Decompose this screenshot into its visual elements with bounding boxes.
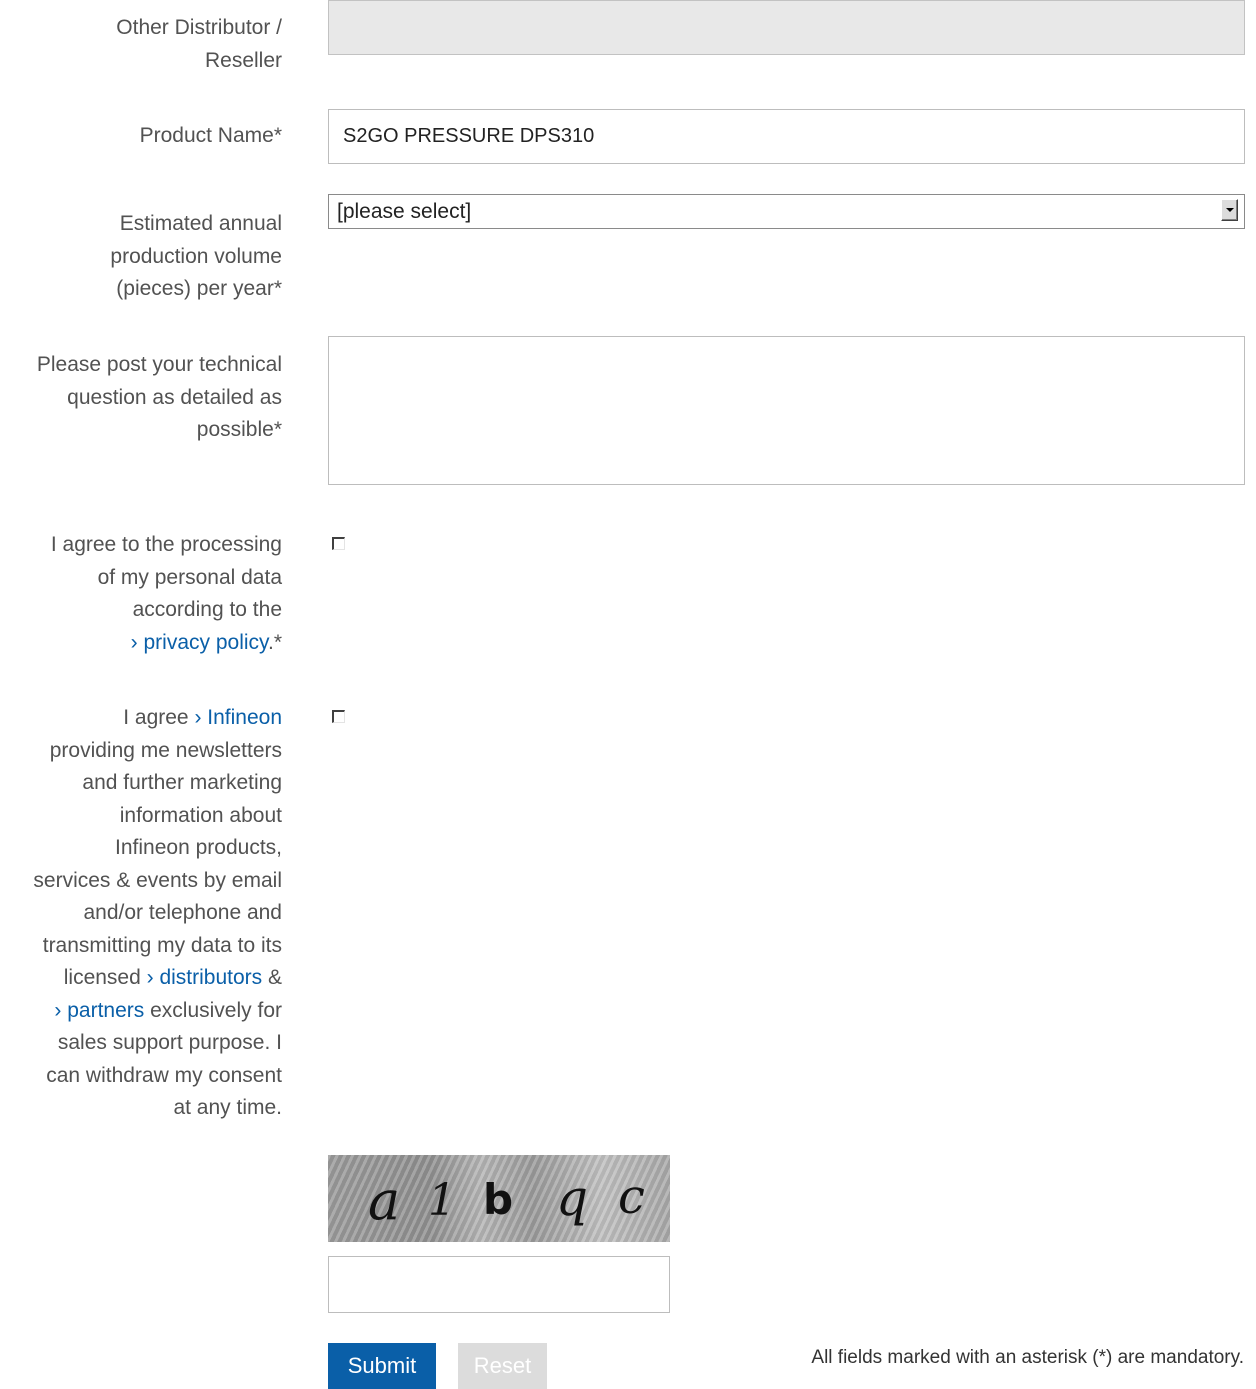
marketing-consent-prefix: I agree — [123, 706, 195, 729]
marketing-consent-line4: information about — [119, 803, 282, 827]
submit-button[interactable]: Submit — [328, 1343, 436, 1389]
captcha-input[interactable] — [328, 1256, 670, 1313]
marketing-consent-line11: sales support purpose. I — [57, 1031, 282, 1054]
privacy-policy-link[interactable]: › privacy policy — [131, 631, 268, 654]
privacy-consent-line2: of my personal data — [97, 565, 282, 589]
privacy-consent-label: I agree to the processing of my personal… — [51, 529, 282, 659]
captcha-char: q — [556, 1169, 589, 1227]
marketing-consent-line13: at any time. — [173, 1096, 282, 1119]
technical-question-textarea[interactable] — [328, 336, 1245, 485]
technical-question-label: Please post your technical question as d… — [37, 349, 282, 447]
marketing-consent-line9-prefix: licensed — [63, 966, 147, 989]
marketing-consent-checkbox[interactable] — [332, 710, 345, 723]
production-volume-select[interactable]: [please select] — [328, 194, 1245, 229]
other-distributor-input[interactable] — [328, 0, 1245, 55]
captcha-char: b — [483, 1175, 514, 1224]
privacy-consent-line1: I agree to the processing — [50, 533, 282, 556]
marketing-consent-line5: Infineon products, — [115, 836, 282, 859]
production-volume-label-line1: Estimated annual — [119, 212, 282, 235]
technical-question-label-line2: question as detailed as — [67, 385, 282, 409]
production-volume-label: Estimated annual production volume (piec… — [110, 208, 282, 306]
marketing-consent-line7: and/or telephone and — [83, 901, 282, 924]
product-name-input[interactable]: S2GO PRESSURE DPS310 — [328, 109, 1245, 164]
marketing-consent-line1: I agree › Infineon — [33, 702, 282, 735]
privacy-consent-line4: › privacy policy.* — [51, 627, 282, 660]
captcha-char: 1 — [428, 1175, 456, 1226]
production-volume-label-line3: (pieces) per year* — [116, 277, 282, 300]
marketing-consent-line8: transmitting my data to its — [42, 933, 282, 957]
technical-question-label-line1: Please post your technical — [36, 353, 282, 376]
marketing-consent-line6: services & events by email — [33, 868, 282, 892]
marketing-consent-line9: licensed › distributors & — [33, 962, 282, 995]
production-volume-label-line2: production volume — [110, 244, 282, 268]
technical-question-label-line3: possible* — [196, 418, 282, 441]
distributors-link[interactable]: › distributors — [147, 966, 263, 989]
product-name-value: S2GO PRESSURE DPS310 — [343, 125, 595, 147]
privacy-consent-suffix: .* — [267, 630, 282, 654]
marketing-consent-line10: › partners exclusively for — [33, 995, 282, 1028]
product-name-label: Product Name* — [140, 120, 282, 153]
marketing-consent-line3: and further marketing — [82, 771, 282, 794]
marketing-consent-line12: can withdraw my consent — [46, 1063, 282, 1087]
production-volume-selected: [please select] — [337, 199, 472, 223]
other-distributor-label-line2: Reseller — [204, 48, 282, 72]
marketing-consent-label: I agree › Infineon providing me newslett… — [33, 702, 282, 1125]
privacy-consent-checkbox[interactable] — [332, 537, 345, 550]
marketing-consent-line2: providing me newsletters — [49, 738, 282, 762]
captcha-image: a 1 b q c — [328, 1155, 670, 1242]
captcha-char: a — [368, 1169, 401, 1232]
privacy-consent-line3: according to the — [132, 598, 282, 621]
infineon-link[interactable]: › Infineon — [194, 706, 282, 729]
dropdown-arrow-icon[interactable] — [1221, 199, 1238, 221]
product-name-label-text: Product Name* — [139, 124, 282, 147]
other-distributor-label: Other Distributor / Reseller — [116, 12, 282, 77]
reset-button[interactable]: Reset — [458, 1343, 547, 1389]
other-distributor-label-line1: Other Distributor / — [116, 16, 282, 39]
partners-link[interactable]: › partners — [54, 999, 144, 1022]
marketing-consent-line10-suffix: exclusively for — [144, 998, 282, 1022]
mandatory-note: All fields marked with an asterisk (*) a… — [811, 1347, 1244, 1368]
captcha-char: c — [618, 1169, 645, 1225]
marketing-consent-line9-suffix: & — [262, 966, 282, 989]
